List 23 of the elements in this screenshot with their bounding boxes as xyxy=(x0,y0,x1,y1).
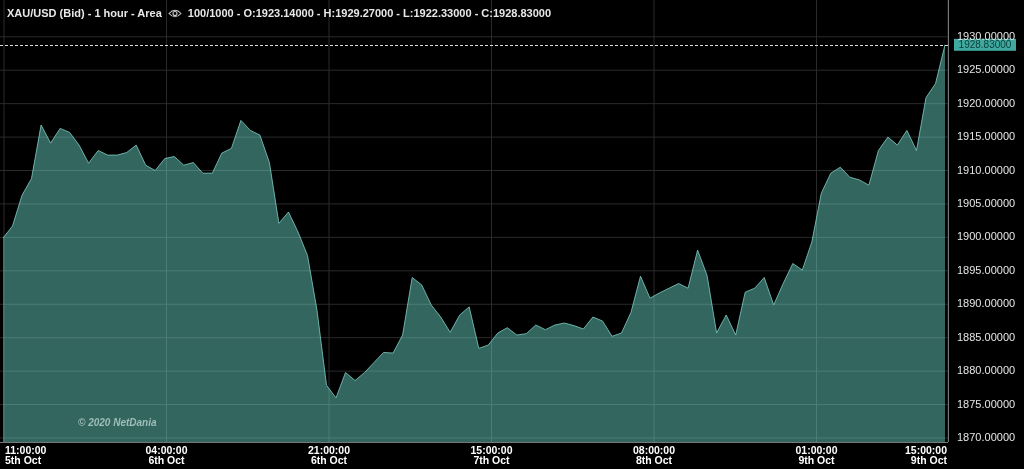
x-axis-label: 01:00:00 9th Oct xyxy=(795,444,838,466)
y-axis-label: 1910.00000 xyxy=(957,163,1016,176)
x-axis-label: 15:00:00 9th Oct xyxy=(904,444,947,466)
x-axis-label: 11:00:00 5th Oct xyxy=(5,444,47,466)
copyright-text: © 2020 NetDania xyxy=(78,417,157,428)
y-axis-label: 1920.00000 xyxy=(957,96,1016,109)
y-axis-label: 1870.00000 xyxy=(957,431,1016,443)
x-axis-label: 15:00:00 7th Oct xyxy=(470,444,513,466)
chart-title: XAU/USD (Bid) - 1 hour - Area xyxy=(7,7,162,19)
eye-icon[interactable] xyxy=(167,8,182,18)
y-axis-label: 1875.00000 xyxy=(957,397,1016,410)
x-axis-label: 21:00:00 6th Oct xyxy=(308,444,350,466)
y-axis-label: 1885.00000 xyxy=(957,330,1016,343)
y-axis-label: 1890.00000 xyxy=(957,297,1016,310)
x-axis-label: 08:00:00 8th Oct xyxy=(633,444,675,466)
y-axis-label: 1900.00000 xyxy=(957,230,1016,243)
x-axis-label: 04:00:00 6th Oct xyxy=(145,444,188,466)
y-axis-label: 1895.00000 xyxy=(957,263,1016,276)
y-axis-label: 1915.00000 xyxy=(957,130,1016,143)
y-axis-label: 1905.00000 xyxy=(957,196,1016,209)
y-axis-label: 1880.00000 xyxy=(957,364,1016,377)
ohlc-info: 100/1000 - O:1923.14000 - H:1929.27000 - L:1922.33000 - C:1928.83000 xyxy=(187,7,552,19)
y-axis-label: 1925.00000 xyxy=(957,63,1016,76)
